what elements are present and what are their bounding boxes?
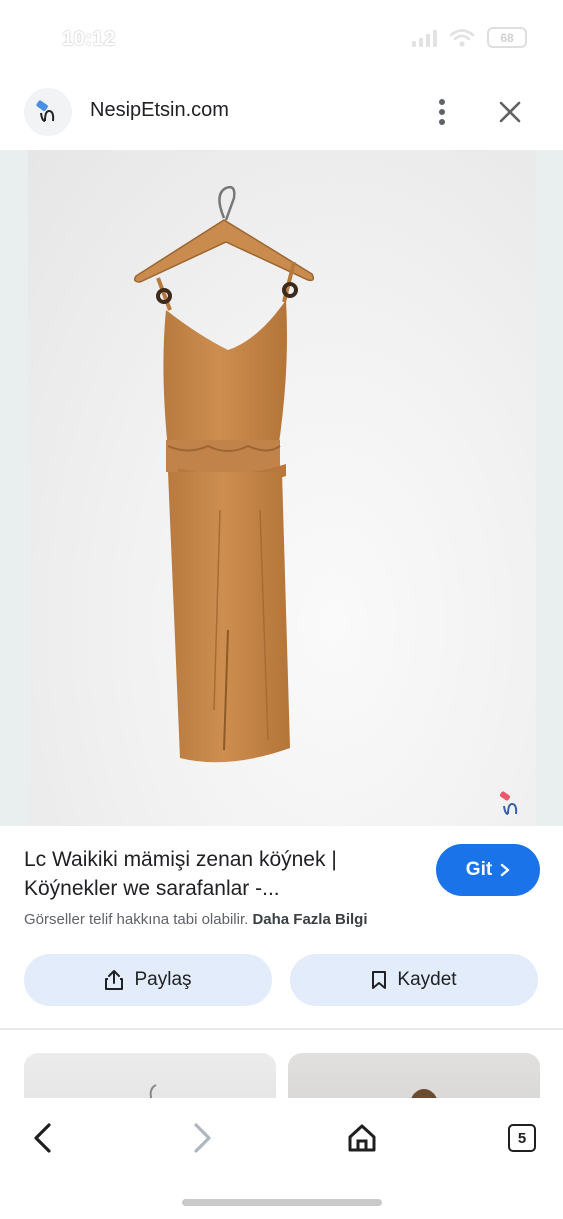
divider bbox=[0, 1028, 563, 1030]
close-icon[interactable] bbox=[492, 94, 528, 130]
bottom-nav: 5 bbox=[0, 1098, 563, 1219]
site-watermark-icon bbox=[499, 791, 518, 815]
wifi-icon bbox=[449, 28, 475, 47]
home-icon[interactable] bbox=[340, 1116, 384, 1160]
status-icons: 68 bbox=[412, 27, 527, 48]
back-icon[interactable] bbox=[20, 1116, 64, 1160]
product-image[interactable] bbox=[28, 150, 536, 826]
status-bar: 10:12 68 bbox=[0, 0, 563, 72]
image-area bbox=[0, 150, 563, 826]
more-info-link[interactable]: Daha Fazla Bilgi bbox=[252, 911, 367, 928]
site-name[interactable]: NesipEtsin.com bbox=[90, 99, 229, 122]
dress-illustration bbox=[133, 185, 315, 763]
viewer-header: NesipEtsin.com bbox=[0, 80, 563, 144]
chevron-right-icon bbox=[500, 863, 510, 877]
copyright-notice: Görseller telif hakkına tabi olabilir. D… bbox=[24, 911, 367, 928]
battery-level: 68 bbox=[500, 30, 514, 45]
visit-button[interactable]: Git bbox=[436, 844, 540, 896]
more-vert-icon[interactable] bbox=[424, 94, 460, 130]
visit-button-label: Git bbox=[465, 859, 493, 880]
home-indicator[interactable] bbox=[182, 1199, 382, 1206]
copyright-text: Görseller telif hakkına tabi olabilir. bbox=[24, 911, 249, 928]
save-button[interactable]: Kaydet bbox=[290, 954, 538, 1006]
battery-icon: 68 bbox=[487, 27, 527, 48]
signal-icon bbox=[412, 29, 437, 47]
result-title[interactable]: Lc Waikiki mämişi zenan köýnek | Köýnekl… bbox=[24, 845, 414, 903]
share-label: Paylaş bbox=[134, 969, 192, 990]
save-label: Kaydet bbox=[397, 969, 457, 990]
forward-icon[interactable] bbox=[180, 1116, 224, 1160]
site-logo-icon[interactable] bbox=[24, 88, 72, 136]
tabs-icon[interactable]: 5 bbox=[500, 1116, 544, 1160]
share-button[interactable]: Paylaş bbox=[24, 954, 272, 1006]
bookmark-icon bbox=[372, 971, 387, 989]
share-icon bbox=[105, 970, 124, 990]
status-time: 10:12 bbox=[62, 28, 116, 50]
tab-count: 5 bbox=[508, 1124, 536, 1152]
